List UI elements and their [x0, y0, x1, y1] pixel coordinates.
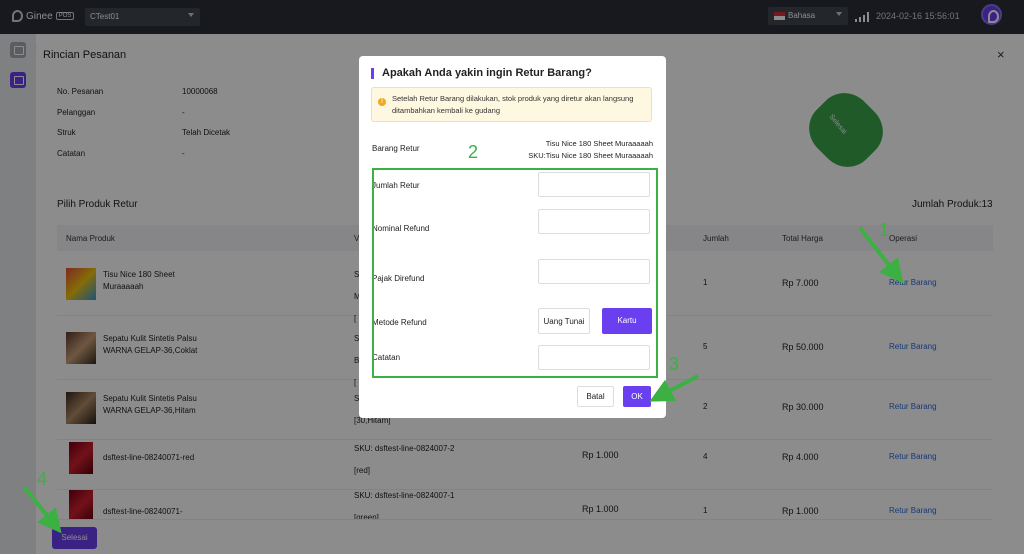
- warning-message: ! Setelah Retur Barang dilakukan, stok p…: [371, 87, 652, 122]
- cancel-button[interactable]: Batal: [577, 386, 614, 407]
- return-item-dialog: Apakah Anda yakin ingin Retur Barang? ! …: [359, 56, 666, 418]
- annotation-number-3: 3: [669, 354, 680, 374]
- return-item-value: Tisu Nice 180 Sheet Muraaaaah SKU:Tisu N…: [528, 138, 653, 162]
- warning-text: Setelah Retur Barang dilakukan, stok pro…: [392, 94, 634, 115]
- annotation-highlight-box: [372, 168, 658, 378]
- return-item-label: Barang Retur: [372, 144, 420, 153]
- warning-icon: !: [378, 98, 386, 106]
- annotation-number-2: 2: [468, 142, 479, 162]
- return-item-name: Tisu Nice 180 Sheet Muraaaaah: [545, 139, 653, 148]
- annotation-number-4: 4: [37, 469, 48, 489]
- return-item-sku: SKU:Tisu Nice 180 Sheet Muraaaaah: [528, 151, 653, 160]
- ok-button[interactable]: OK: [623, 386, 651, 407]
- dialog-title: Apakah Anda yakin ingin Retur Barang?: [371, 68, 592, 79]
- annotation-number-1: 1: [879, 220, 890, 240]
